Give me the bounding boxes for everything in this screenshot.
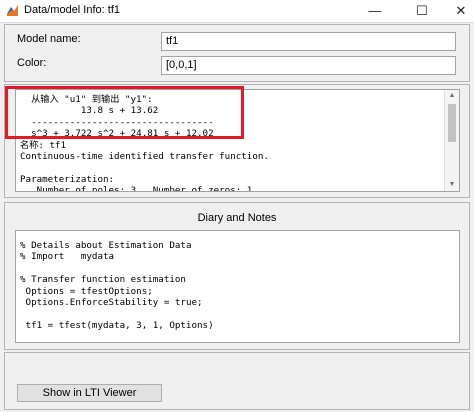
color-label: Color: <box>17 57 47 69</box>
info-scrollbar[interactable]: ▲ ▼ <box>444 90 459 191</box>
matlab-app-icon <box>6 4 19 17</box>
transfer-function-highlight-box <box>5 86 244 139</box>
properties-panel: Model name: tf1 Color: [0,0,1] <box>4 24 470 82</box>
model-name-field[interactable]: tf1 <box>161 32 456 51</box>
text-line: Continuous-time identified transfer func… <box>20 151 269 162</box>
model-name-label: Model name: <box>17 33 81 45</box>
minimize-button[interactable]: — <box>360 0 390 22</box>
text-line: Options.EnforceStability = true; <box>20 297 203 308</box>
diary-textbox[interactable]: % Details about Estimation Data% Import … <box>15 230 460 343</box>
title-bar: Data/model Info: tf1 — ☐ ✕ <box>0 0 474 23</box>
window-title: Data/model Info: tf1 <box>24 4 120 16</box>
text-line: Parameterization: <box>20 173 115 185</box>
text-line: % Transfer function estimation <box>20 274 186 286</box>
scroll-up-icon[interactable]: ▲ <box>445 90 459 102</box>
close-button[interactable]: ✕ <box>446 0 474 22</box>
text-line: 名称: tf1 <box>20 139 67 151</box>
text-line: % Details about Estimation Data <box>20 240 192 251</box>
diary-title: Diary and Notes <box>197 212 277 224</box>
text-line: tf1 = tfest(mydata, 3, 1, Options) <box>20 319 214 331</box>
info-scroll-thumb[interactable] <box>448 104 456 142</box>
text-line: % Import mydata <box>20 251 115 263</box>
text-line: Number of poles: 3 Number of zeros: 1 <box>20 185 253 192</box>
maximize-button[interactable]: ☐ <box>407 0 437 22</box>
diary-panel: Diary and Notes % Details about Estimati… <box>4 202 470 350</box>
color-field[interactable]: [0,0,1] <box>161 56 456 75</box>
show-in-lti-viewer-button[interactable]: Show in LTI Viewer <box>17 384 162 402</box>
text-line: Options = tfestOptions; <box>20 285 153 297</box>
footer-panel: Show in LTI Viewer <box>4 352 470 410</box>
scroll-down-icon[interactable]: ▼ <box>445 179 459 191</box>
